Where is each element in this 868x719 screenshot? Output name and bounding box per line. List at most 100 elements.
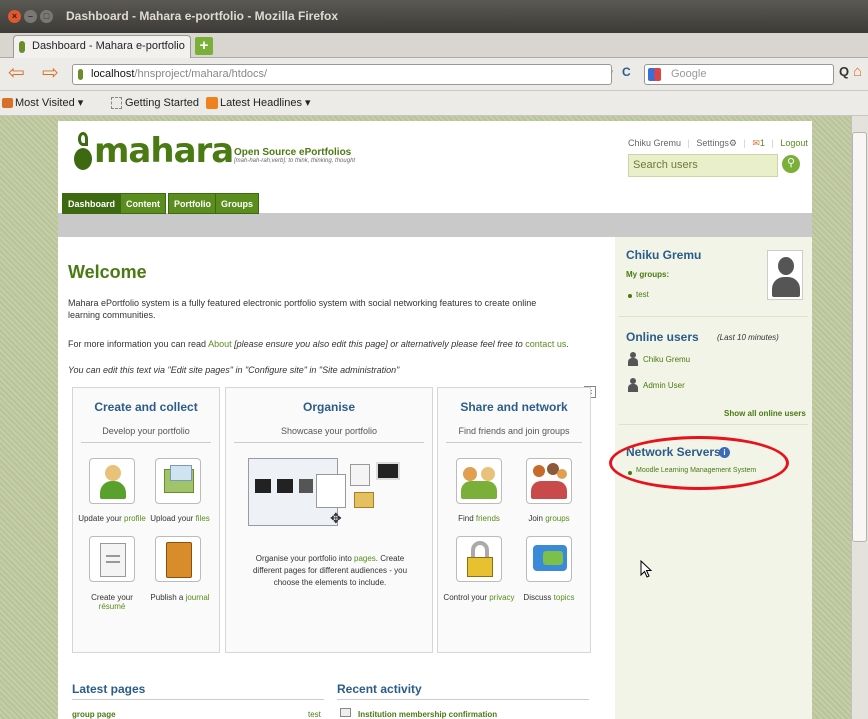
screen-icon <box>376 462 400 480</box>
privacy-icon[interactable] <box>456 536 502 582</box>
tab-groups[interactable]: Groups <box>215 193 260 214</box>
divider <box>619 424 808 425</box>
create-item-4[interactable]: Publish a journal <box>145 593 215 602</box>
recent-activity-item[interactable]: Institution membership confirmation <box>358 710 497 719</box>
google-engine-icon[interactable] <box>648 68 661 81</box>
maximize-window-icon[interactable]: □ <box>40 10 53 23</box>
latest-headlines-menu[interactable]: Latest Headlines ▾ <box>220 91 311 116</box>
folder-small-icon <box>354 492 374 508</box>
more-info-mid: [please ensure you also edit this page] … <box>231 339 526 349</box>
create-item-2[interactable]: Upload your files <box>145 514 215 523</box>
page-title: Welcome <box>68 262 147 282</box>
more-info-pre: For more information you can read <box>68 339 209 349</box>
search-icon[interactable]: ⚲ <box>782 155 800 173</box>
panel-share-sub: Find friends and join groups <box>458 426 570 436</box>
search-go-icon[interactable]: Q <box>839 64 849 79</box>
groups-icon[interactable] <box>526 458 572 504</box>
gear-icon[interactable]: ⚙ <box>729 138 737 148</box>
user-search-input[interactable]: Search users <box>628 154 778 177</box>
browser-tab[interactable]: Dashboard - Mahara e-portfolio <box>13 35 191 58</box>
mahara-logo-icon[interactable] <box>70 130 96 176</box>
profile-icon[interactable] <box>89 458 135 504</box>
logout-link[interactable]: Logout <box>780 138 808 148</box>
back-arrow-icon[interactable]: ⇦ <box>8 62 25 84</box>
inbox-count[interactable]: 1 <box>760 138 765 148</box>
pages-link[interactable]: pages <box>354 554 376 563</box>
panel-create-title[interactable]: Create and collect <box>73 400 219 414</box>
latest-pages-heading: Latest pages <box>72 682 146 696</box>
tab-dashboard[interactable]: Dashboard <box>62 193 122 214</box>
reload-icon[interactable]: C <box>622 65 631 79</box>
minimize-window-icon[interactable]: – <box>24 10 37 23</box>
divider <box>81 442 211 443</box>
document-icon <box>316 474 346 508</box>
recent-activity-heading: Recent activity <box>337 682 422 696</box>
bookmarks-toolbar: Most Visited ▾ Getting Started Latest He… <box>0 91 868 116</box>
about-link[interactable]: About <box>208 339 232 349</box>
online-user-2[interactable]: Admin User <box>643 381 685 390</box>
share-item-3[interactable]: Control your privacy <box>438 593 520 602</box>
online-user-1[interactable]: Chiku Gremu <box>643 355 690 364</box>
logo-tagline: Open Source ePortfolios <box>234 147 352 158</box>
share-item-1[interactable]: Find friends <box>444 514 514 523</box>
create-item-3[interactable]: Create your résumé <box>77 593 147 611</box>
user-links: Chiku Gremu | Settings⚙ | ✉1 | Logout <box>628 138 808 148</box>
tab-portfolio[interactable]: Portfolio <box>168 193 217 214</box>
friends-icon[interactable] <box>456 458 502 504</box>
panel-organise-sub: Showcase your portfolio <box>280 426 378 436</box>
files-icon[interactable] <box>155 458 201 504</box>
topics-icon[interactable] <box>526 536 572 582</box>
scrollbar-thumb[interactable] <box>852 132 867 542</box>
panel-organise-title[interactable]: Organise <box>226 400 432 414</box>
header-username[interactable]: Chiku Gremu <box>628 138 681 148</box>
latest-page-item[interactable]: group page <box>72 710 116 719</box>
note-icon <box>350 464 370 486</box>
close-window-icon[interactable]: × <box>8 10 21 23</box>
settings-link[interactable]: Settings <box>696 138 729 148</box>
more-info-end: . <box>566 339 569 349</box>
share-item-2[interactable]: Join groups <box>514 514 584 523</box>
window-titlebar: × – □ Dashboard - Mahara e-portfolio - M… <box>0 0 868 33</box>
edit-note: You can edit this text via "Edit site pa… <box>68 365 400 375</box>
site-identity-icon <box>78 69 83 80</box>
online-users-note: (Last 10 minutes) <box>717 333 779 342</box>
red-highlight-ellipse <box>609 436 789 490</box>
mahara-logo-text: mahara <box>94 131 234 171</box>
sidebar-profile-name[interactable]: Chiku Gremu <box>626 248 701 262</box>
browser-search-field[interactable]: Google <box>644 64 834 85</box>
divider <box>234 442 424 443</box>
logo-tagline-sub: [mah-hah-rah;verb]: to think, thinking, … <box>234 158 356 164</box>
show-all-online-link[interactable]: Show all online users <box>724 409 806 418</box>
bullet-icon <box>628 294 632 298</box>
most-visited-menu[interactable]: Most Visited ▾ <box>15 91 83 116</box>
avatar[interactable] <box>767 250 803 300</box>
organise-text: Organise your portfolio into pages. Crea… <box>252 554 408 587</box>
panel-create-sub: Develop your portfolio <box>102 426 190 436</box>
user-icon <box>628 378 638 392</box>
tab-content[interactable]: Content <box>120 193 166 214</box>
move-icon: ✥ <box>330 510 342 526</box>
mouse-cursor-icon <box>640 560 652 578</box>
new-tab-button[interactable]: + <box>195 37 213 55</box>
inbox-icon[interactable]: ✉ <box>752 138 760 148</box>
journal-icon[interactable] <box>155 536 201 582</box>
tab-label: Dashboard - Mahara e-portfolio <box>32 40 185 52</box>
share-item-4[interactable]: Discuss topics <box>514 593 584 602</box>
divider <box>446 442 582 443</box>
online-users-heading: Online users <box>626 330 699 344</box>
favicon-icon <box>19 41 25 53</box>
group-item[interactable]: test <box>636 290 649 299</box>
contact-link[interactable]: contact us <box>525 339 566 349</box>
getting-started-link[interactable]: Getting Started <box>125 91 199 116</box>
url-bar[interactable]: localhost/hnsproject/mahara/htdocs/ <box>72 64 612 85</box>
create-item-1[interactable]: Update your profile <box>77 514 147 523</box>
panel-create-collect: Create and collect Develop your portfoli… <box>72 387 220 653</box>
my-groups-label: My groups: <box>626 270 670 279</box>
user-search-placeholder: Search users <box>633 159 698 171</box>
forward-arrow-icon[interactable]: ⇨ <box>42 62 59 84</box>
home-icon[interactable]: ⌂ <box>853 63 862 81</box>
panel-share-title[interactable]: Share and network <box>438 400 590 414</box>
rss-icon <box>206 97 218 109</box>
resume-icon[interactable] <box>89 536 135 582</box>
latest-page-owner[interactable]: test <box>308 710 321 719</box>
